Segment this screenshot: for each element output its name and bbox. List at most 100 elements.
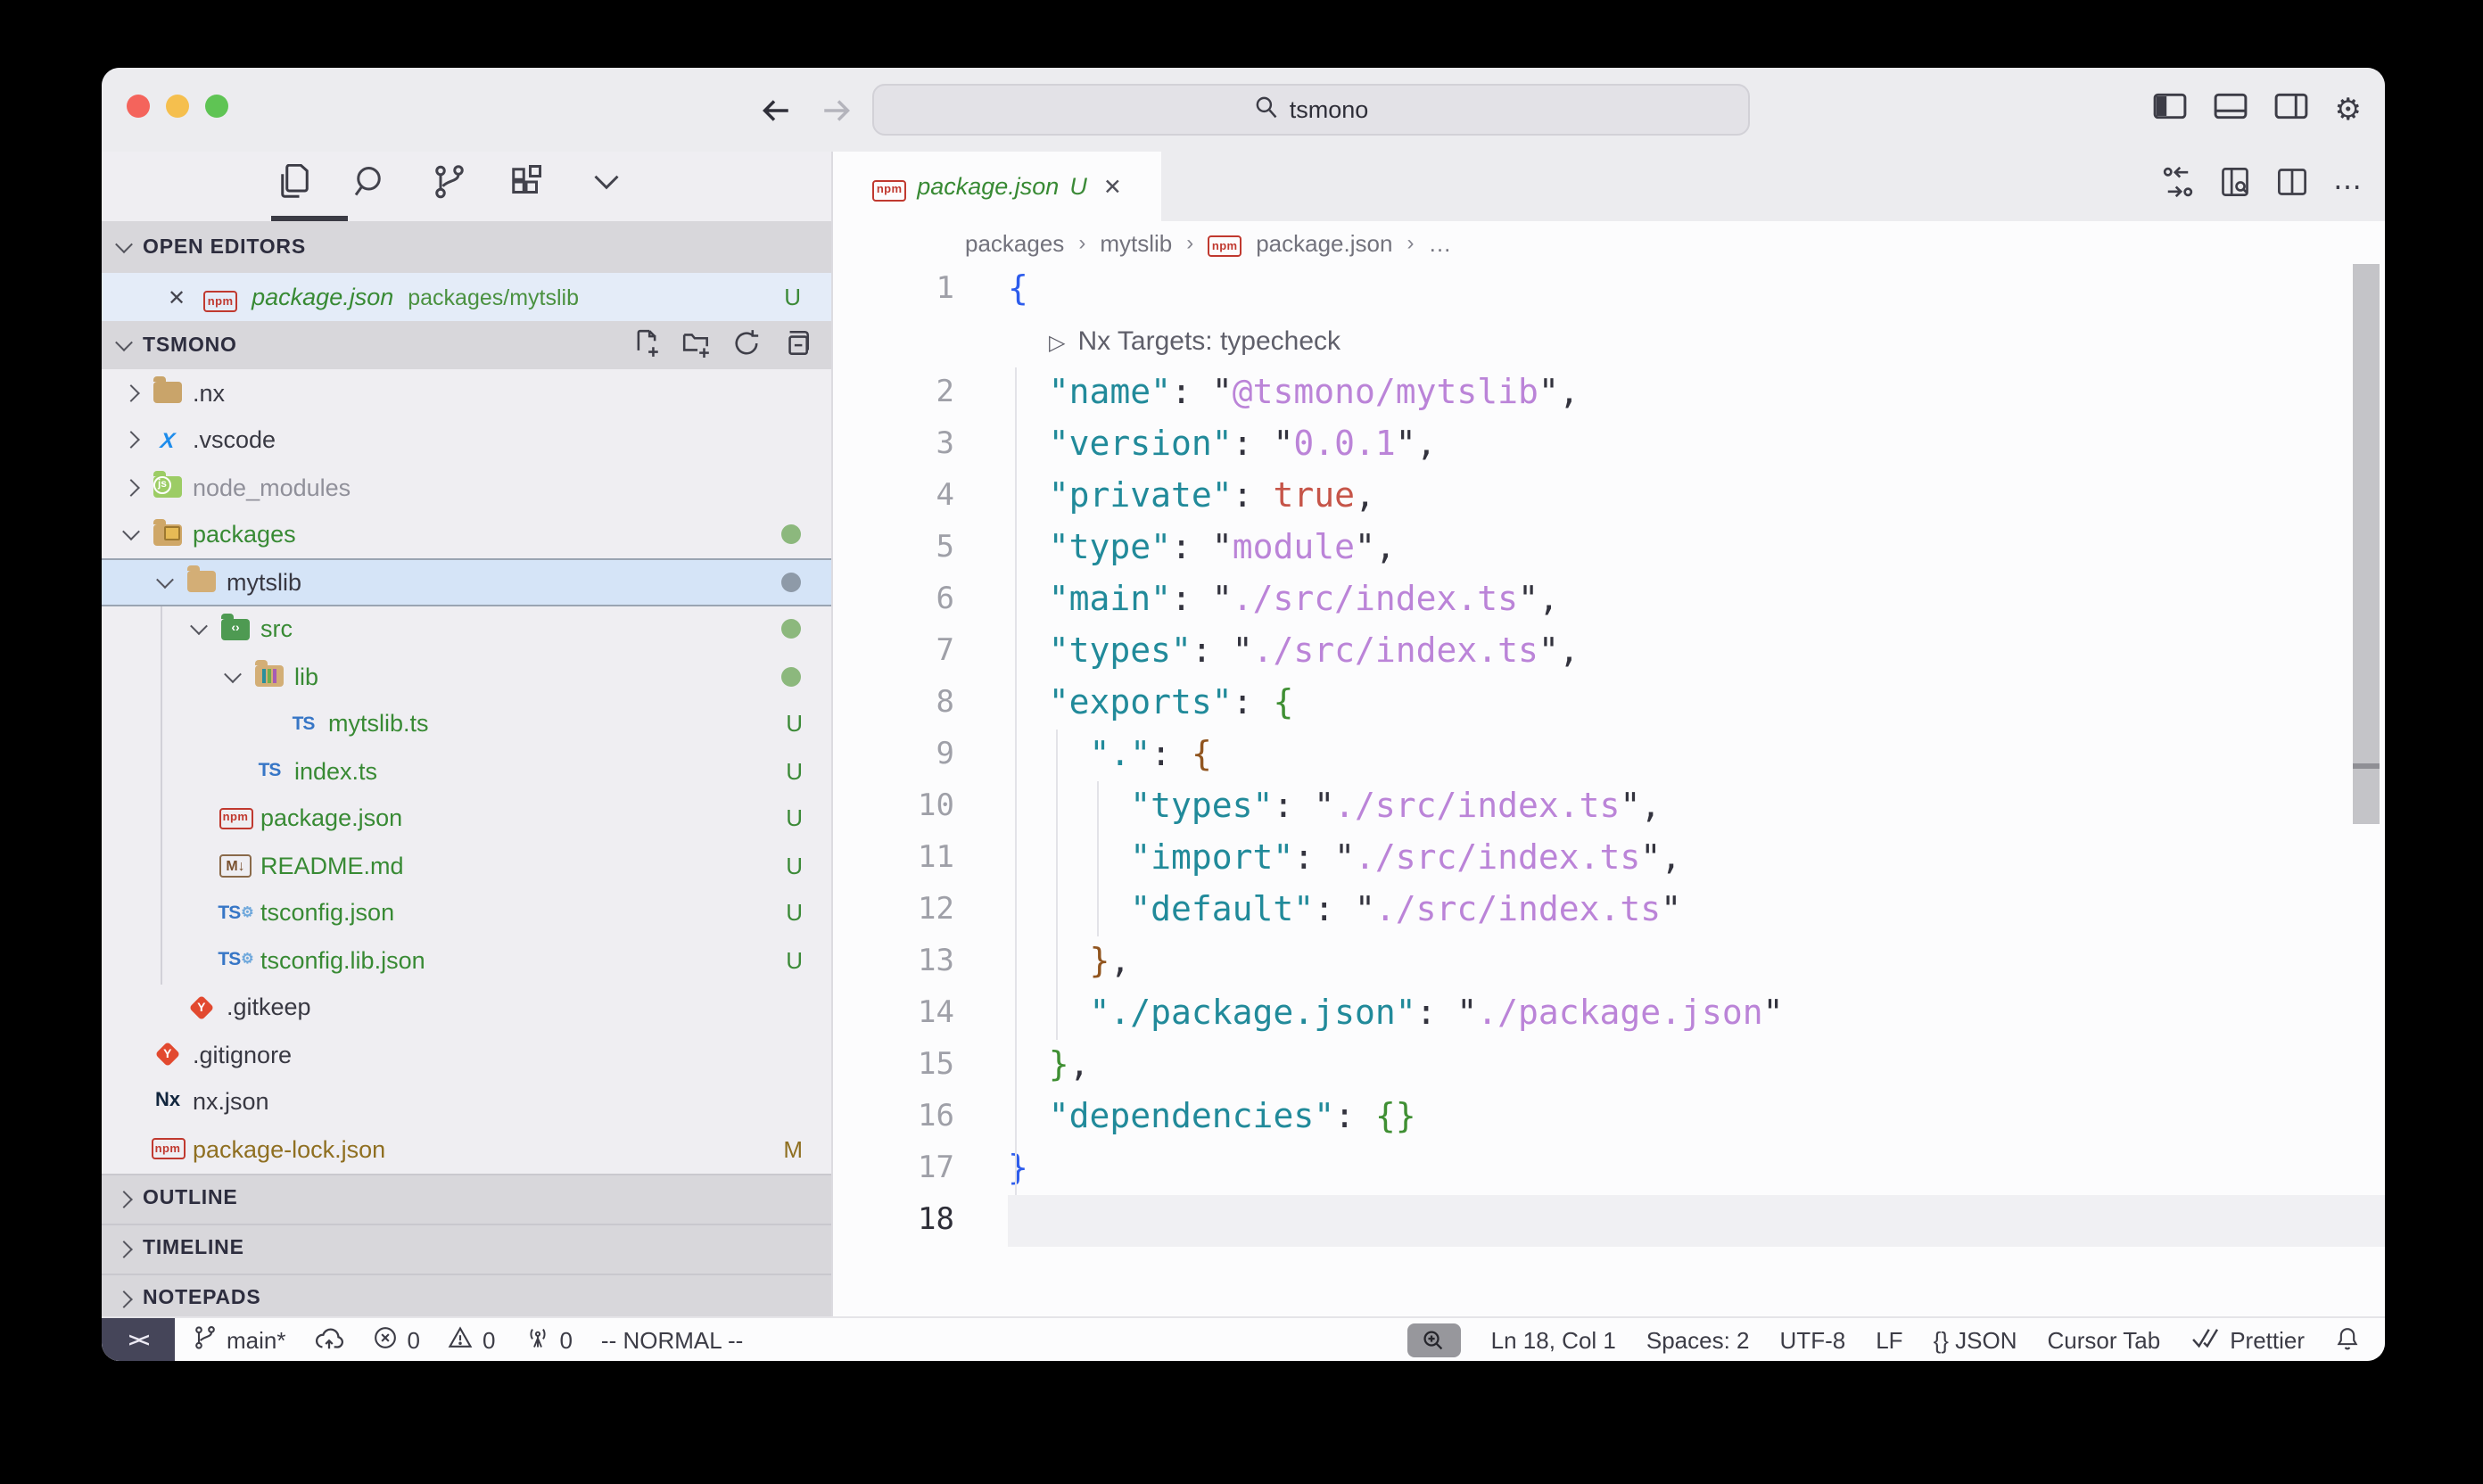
status-item-main-[interactable]: main*: [193, 1325, 286, 1356]
new-file-icon[interactable]: [631, 327, 662, 363]
remote-indicator[interactable]: ><: [102, 1318, 175, 1361]
tree-item-nx-json[interactable]: Nxnx.json: [102, 1078, 831, 1125]
code-line-2[interactable]: 2 "name": "@tsmono/mytslib",: [833, 367, 2385, 419]
code-line-14[interactable]: 14 "./package.json": "./package.json": [833, 988, 2385, 1040]
tree-item-readme-md[interactable]: M↓README.mdU: [102, 842, 831, 889]
code-line-16[interactable]: 16 "dependencies": {}: [833, 1092, 2385, 1143]
extensions-icon[interactable]: [510, 164, 546, 209]
status-item-bell[interactable]: [2335, 1324, 2360, 1356]
code-line-15[interactable]: 15 },: [833, 1040, 2385, 1092]
code-line-5[interactable]: 5 "type": "module",: [833, 523, 2385, 574]
breadcrumb-item[interactable]: package.json: [1256, 229, 1392, 256]
chevron-right-icon: [121, 384, 139, 402]
status-item-lf[interactable]: LF: [1876, 1327, 1902, 1354]
tree-item-mytslib[interactable]: mytslib: [102, 558, 831, 606]
notepads-header[interactable]: NOTEPADS: [102, 1273, 831, 1323]
workspace-header[interactable]: TSMONO: [102, 321, 831, 369]
tree-item-node-modules[interactable]: jsnode_modules: [102, 464, 831, 511]
tab-close-icon[interactable]: ✕: [1103, 173, 1122, 200]
source-control-icon[interactable]: [432, 164, 467, 209]
code-line-content: "default": "./src/index.ts": [1008, 885, 2385, 936]
back-icon[interactable]: [758, 92, 794, 128]
tree-item-tsconfig-json[interactable]: TS⚙tsconfig.jsonU: [102, 889, 831, 936]
settings-gear-icon[interactable]: ⚙: [2335, 95, 2363, 125]
forward-icon[interactable]: [819, 92, 854, 128]
outline-header[interactable]: OUTLINE: [102, 1173, 831, 1223]
code-line-11[interactable]: 11 "import": "./src/index.ts",: [833, 833, 2385, 885]
refresh-icon[interactable]: [731, 327, 762, 363]
open-changes-icon[interactable]: [2162, 166, 2194, 207]
status-item-zoomplus[interactable]: [1407, 1323, 1461, 1357]
status-item-ln-18-col-1[interactable]: Ln 18, Col 1: [1491, 1327, 1616, 1354]
tab-package-json[interactable]: npm package.json U ✕: [833, 152, 1161, 221]
editor-scrollbar[interactable]: [2353, 264, 2380, 824]
code-line-1[interactable]: 1{: [833, 264, 2385, 316]
status-item-cloud[interactable]: [315, 1325, 345, 1356]
minimize-window-button[interactable]: [166, 95, 189, 118]
tree-item-tsconfig-lib-json[interactable]: TS⚙tsconfig.lib.jsonU: [102, 936, 831, 984]
cloud-icon: [315, 1325, 345, 1356]
tree-item--nx[interactable]: .nx: [102, 369, 831, 416]
close-editor-icon[interactable]: ✕: [168, 284, 186, 309]
code-line-8[interactable]: 8 "exports": {: [833, 678, 2385, 730]
tree-item-index-ts[interactable]: TSindex.tsU: [102, 747, 831, 795]
zoom-window-button[interactable]: [205, 95, 228, 118]
code-line-10[interactable]: 10 "types": "./src/index.ts",: [833, 781, 2385, 833]
codelens-nx-targets[interactable]: ▷Nx Targets: typecheck: [833, 316, 2385, 367]
status-item-prettier[interactable]: Prettier: [2190, 1326, 2305, 1355]
command-center-search[interactable]: tsmono: [872, 84, 1750, 136]
tree-item-package-lock-json[interactable]: npmpackage-lock.jsonM: [102, 1125, 831, 1173]
toggle-primary-sidebar-icon[interactable]: [2153, 92, 2187, 128]
collapse-all-icon[interactable]: [781, 327, 812, 363]
code-line-17[interactable]: 17}: [833, 1143, 2385, 1195]
tree-item-lib[interactable]: lib: [102, 653, 831, 700]
breadcrumb-item[interactable]: mytslib: [1100, 229, 1172, 256]
code-line-12[interactable]: 12 "default": "./src/index.ts": [833, 885, 2385, 936]
close-window-button[interactable]: [127, 95, 150, 118]
explorer-icon[interactable]: [275, 164, 310, 209]
status-item-utf-8[interactable]: UTF-8: [1780, 1327, 1846, 1354]
status-item--normal-[interactable]: -- NORMAL --: [601, 1327, 743, 1354]
code-line-3[interactable]: 3 "version": "0.0.1",: [833, 419, 2385, 471]
tree-item--gitignore[interactable]: Y.gitignore: [102, 1031, 831, 1078]
status-item-cursor-tab[interactable]: Cursor Tab: [2048, 1327, 2161, 1354]
status-item-0[interactable]: 0: [449, 1325, 495, 1356]
status-item-0[interactable]: 0: [524, 1325, 572, 1356]
tree-item-packages[interactable]: packages: [102, 511, 831, 558]
more-views-chevron-icon[interactable]: [589, 164, 624, 209]
code-line-7[interactable]: 7 "types": "./src/index.ts",: [833, 626, 2385, 678]
tree-item-package-json[interactable]: npmpackage.jsonU: [102, 795, 831, 842]
status-item--json[interactable]: {} JSON: [1934, 1327, 2017, 1354]
status-item-spaces-2[interactable]: Spaces: 2: [1646, 1327, 1750, 1354]
code-line-content: },: [1008, 1040, 2385, 1092]
split-editor-icon[interactable]: [2276, 166, 2308, 207]
more-actions-icon[interactable]: ⋯: [2333, 169, 2363, 204]
timeline-header[interactable]: TIMELINE: [102, 1223, 831, 1273]
code-line-content: },: [1008, 936, 2385, 988]
open-editor-item[interactable]: ✕ npm package.json packages/mytslib U: [102, 273, 831, 321]
status-item-label: main*: [227, 1327, 286, 1354]
code-line-4[interactable]: 4 "private": true,: [833, 471, 2385, 523]
code-line-13[interactable]: 13 },: [833, 936, 2385, 988]
open-editors-header[interactable]: OPEN EDITORS: [102, 221, 831, 273]
chevron-right-icon: [121, 432, 139, 449]
chevron-right-icon: [115, 1190, 133, 1208]
git-status-badge: U: [786, 947, 803, 974]
code-line-18[interactable]: 18: [833, 1195, 2385, 1247]
tree-item-src[interactable]: ‹›src: [102, 606, 831, 653]
open-preview-icon[interactable]: [2219, 166, 2251, 207]
tree-item--vscode[interactable]: X.vscode: [102, 416, 831, 464]
new-folder-icon[interactable]: [681, 327, 712, 363]
line-number: 12: [833, 885, 1008, 936]
tree-item--gitkeep[interactable]: Y.gitkeep: [102, 984, 831, 1031]
tree-item-mytslib-ts[interactable]: TSmytslib.tsU: [102, 700, 831, 747]
breadcrumb-item[interactable]: …: [1428, 229, 1451, 256]
code-line-6[interactable]: 6 "main": "./src/index.ts",: [833, 574, 2385, 626]
status-item-0[interactable]: 0: [374, 1325, 420, 1356]
breadcrumb-item[interactable]: packages: [965, 229, 1064, 256]
code-editor[interactable]: 1{▷Nx Targets: typecheck2 "name": "@tsmo…: [833, 264, 2385, 1316]
toggle-panel-icon[interactable]: [2214, 92, 2248, 128]
code-line-9[interactable]: 9 ".": {: [833, 730, 2385, 781]
toggle-secondary-sidebar-icon[interactable]: [2274, 92, 2308, 128]
search-view-icon[interactable]: [353, 164, 389, 209]
